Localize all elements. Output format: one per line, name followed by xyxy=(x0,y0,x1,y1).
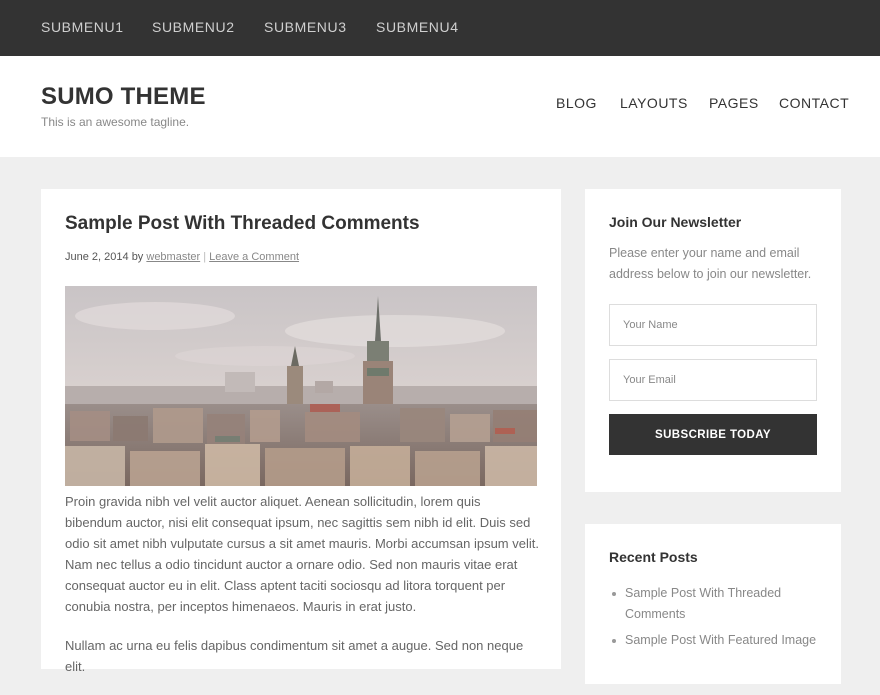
post-content: Proin gravida nibh vel velit auctor aliq… xyxy=(65,491,541,695)
recent-posts-list: Sample Post With Threaded Comments Sampl… xyxy=(609,583,819,656)
submenu-item-2[interactable]: SUBMENU2 xyxy=(152,19,235,35)
submenu-item-4[interactable]: SUBMENU4 xyxy=(376,19,459,35)
post-by: by xyxy=(131,251,144,263)
recent-post-link-1[interactable]: Sample Post With Threaded Comments xyxy=(625,586,781,621)
post-date: June 2, 2014 xyxy=(65,251,129,263)
post-author-link[interactable]: webmaster xyxy=(146,251,200,263)
post-title[interactable]: Sample Post With Threaded Comments xyxy=(65,213,420,235)
recent-post-link-2[interactable]: Sample Post With Featured Image xyxy=(625,633,816,647)
submenu-item-1[interactable]: SUBMENU1 xyxy=(41,19,124,35)
newsletter-description: Please enter your name and email address… xyxy=(609,246,812,281)
nav-item-layouts[interactable]: LAYOUTS xyxy=(620,95,688,111)
newsletter-name-input[interactable] xyxy=(609,304,817,346)
post-paragraph-1: Proin gravida nibh vel velit auctor aliq… xyxy=(65,494,539,614)
newsletter-widget: Join Our Newsletter Please enter your na… xyxy=(585,189,841,492)
site-title[interactable]: SUMO THEME xyxy=(41,83,206,111)
list-item: Sample Post With Threaded Comments xyxy=(609,583,819,625)
recent-posts-title: Recent Posts xyxy=(609,549,698,565)
post-paragraph-2: Nullam ac urna eu felis dapibus condimen… xyxy=(65,638,524,674)
list-item: Sample Post With Featured Image xyxy=(609,630,819,651)
city-skyline-image xyxy=(65,286,537,486)
site-header: SUMO THEME This is an awesome tagline. B… xyxy=(0,56,880,157)
leave-comment-link[interactable]: Leave a Comment xyxy=(209,251,299,263)
nav-item-pages[interactable]: PAGES xyxy=(709,95,759,111)
newsletter-email-input[interactable] xyxy=(609,359,817,401)
post-featured-image[interactable] xyxy=(65,286,537,486)
newsletter-title: Join Our Newsletter xyxy=(609,214,742,230)
recent-posts-widget: Recent Posts Sample Post With Threaded C… xyxy=(585,524,841,684)
top-submenu-bar: SUBMENU1 SUBMENU2 SUBMENU3 SUBMENU4 xyxy=(0,0,880,56)
bullet-icon xyxy=(612,639,616,643)
nav-item-contact[interactable]: CONTACT xyxy=(779,95,849,111)
post-card: Sample Post With Threaded Comments June … xyxy=(41,189,561,674)
nav-item-blog[interactable]: BLOG xyxy=(556,95,597,111)
subscribe-button[interactable]: SUBSCRIBE TODAY xyxy=(609,414,817,455)
submenu-item-3[interactable]: SUBMENU3 xyxy=(264,19,347,35)
site-tagline: This is an awesome tagline. xyxy=(41,115,190,129)
post-meta-separator: | xyxy=(203,251,207,263)
bullet-icon xyxy=(612,592,616,596)
post-meta: June 2, 2014 by webmaster | Leave a Comm… xyxy=(65,251,299,263)
